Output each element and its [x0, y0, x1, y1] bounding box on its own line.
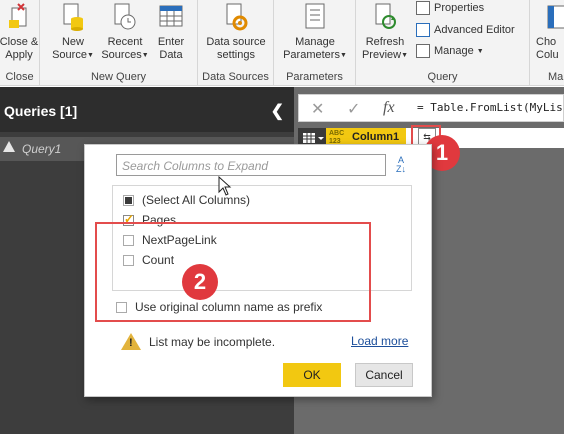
annotation-highlight-box — [95, 222, 371, 322]
chevron-down-icon: ▼ — [86, 52, 94, 59]
enter-data-label: Enter Data — [157, 36, 185, 61]
manage-parameters-button[interactable]: Manage Parameters▼ — [280, 2, 350, 62]
queries-pane-header: Queries [1] ❮ — [0, 87, 294, 132]
manage-columns-group-label: Ma — [548, 71, 564, 83]
new-query-group-label: New Query — [90, 71, 147, 83]
new-source-button[interactable]: New Source▼ — [52, 2, 94, 62]
data-sources-group-label: Data Sources — [202, 71, 269, 83]
choose-columns-button[interactable]: Cho Colu — [536, 2, 564, 62]
checkbox-select-all[interactable] — [123, 194, 134, 206]
manage-parameters-label: Manage Parameters▼ — [283, 36, 347, 61]
close-apply-button[interactable]: Close & Apply — [0, 2, 40, 62]
close-apply-label: Close & Apply — [0, 36, 39, 61]
recent-sources-label: Recent Sources▼ — [101, 36, 149, 61]
ribbon-group-parameters: Manage Parameters▼ Parameters — [274, 0, 356, 86]
incomplete-warning: List may be incomplete. — [121, 333, 275, 350]
sort-az-icon[interactable]: A Z↓ — [390, 154, 412, 176]
list-item-label: (Select All Columns) — [142, 193, 251, 207]
parameters-list-icon — [302, 2, 328, 32]
advanced-editor-label: Advanced Editor — [434, 24, 515, 36]
warning-text: List may be incomplete. — [149, 334, 276, 349]
recent-sources-button[interactable]: Recent Sources▼ — [100, 2, 150, 62]
refresh-preview-label: Refresh Preview▼ — [361, 36, 409, 61]
close-apply-icon — [6, 2, 32, 32]
manage-table-icon — [416, 44, 430, 58]
ribbon-group-close: Close & Apply Close — [0, 0, 40, 86]
refresh-icon — [372, 2, 398, 32]
formula-bar: ✕ ✓ fx = Table.FromList(MyLis — [298, 94, 564, 122]
chevron-down-icon: ▼ — [339, 52, 347, 59]
collapse-chevron-left-icon[interactable]: ❮ — [271, 101, 284, 121]
chevron-down-icon: ▼ — [141, 52, 149, 59]
annotation-badge: 2 — [182, 264, 218, 300]
cancel-formula-icon[interactable]: ✕ — [311, 99, 324, 119]
settings-gear-icon — [223, 2, 249, 32]
ok-button[interactable]: OK — [283, 363, 341, 387]
manage-label: Manage — [434, 45, 474, 57]
column-name: Column1 — [352, 131, 400, 143]
warning-icon — [121, 333, 141, 350]
commit-formula-icon[interactable]: ✓ — [347, 99, 360, 119]
function-fx-icon[interactable]: fx — [383, 99, 395, 117]
chevron-down-icon: ▼ — [401, 52, 409, 59]
parameters-group-label: Parameters — [286, 71, 343, 83]
warning-icon — [3, 141, 15, 152]
chevron-down-icon: ▼ — [476, 47, 484, 55]
ribbon-group-new-query: New Source▼ Recent Sources▼ Enter Data N… — [40, 0, 198, 86]
mouse-pointer-icon — [218, 176, 232, 196]
enter-data-button[interactable]: Enter Data — [154, 2, 188, 62]
table-icon — [158, 2, 184, 32]
close-group-label: Close — [5, 71, 34, 83]
database-icon — [60, 2, 86, 32]
cancel-button[interactable]: Cancel — [355, 363, 413, 387]
data-source-settings-button[interactable]: Data source settings — [202, 2, 270, 62]
queries-title: Queries [1] — [4, 103, 78, 119]
manage-button[interactable]: Manage ▼ — [416, 41, 484, 61]
query-group-label: Query — [427, 71, 458, 83]
refresh-preview-button[interactable]: Refresh Preview▼ — [360, 2, 410, 62]
advanced-editor-button[interactable]: Advanced Editor — [416, 20, 515, 40]
ribbon-group-data-sources: Data source settings Data Sources — [198, 0, 274, 86]
formula-text[interactable]: = Table.FromList(MyLis — [417, 101, 563, 114]
properties-button[interactable]: Properties — [416, 0, 484, 18]
properties-label: Properties — [434, 2, 485, 14]
ribbon-group-manage-columns: Cho Colu Ma — [530, 0, 564, 86]
choose-columns-icon — [540, 2, 564, 32]
load-more-link[interactable]: Load more — [351, 334, 408, 348]
ribbon-group-query: Refresh Preview▼ Properties Advanced Edi… — [356, 0, 530, 86]
search-columns-input[interactable]: Search Columns to Expand — [116, 154, 386, 176]
clock-icon — [112, 2, 138, 32]
properties-icon — [416, 1, 430, 15]
query-item-label: Query1 — [22, 142, 62, 156]
new-source-label: New Source▼ — [52, 36, 94, 61]
choose-columns-label: Cho Colu — [536, 36, 559, 61]
data-source-settings-label: Data source settings — [206, 36, 266, 61]
advanced-editor-icon — [416, 23, 430, 37]
ribbon: Close & Apply Close New Source▼ Recent S… — [0, 0, 564, 86]
